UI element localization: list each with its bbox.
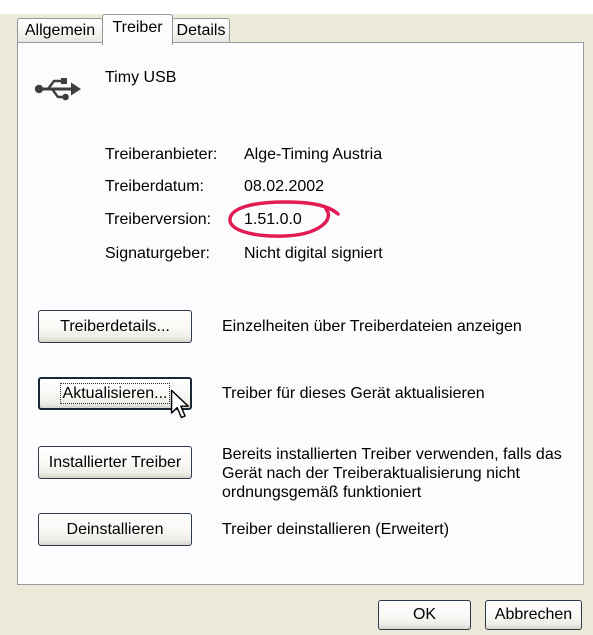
- provider-value: Alge-Timing Austria: [244, 146, 383, 163]
- uninstall-driver-description: Treiber deinstallieren (Erweitert): [222, 521, 450, 538]
- driver-details-button[interactable]: Treiberdetails...: [38, 310, 192, 343]
- signer-label: Signaturgeber:: [105, 245, 210, 262]
- tab-treiber[interactable]: Treiber: [102, 14, 173, 45]
- rollback-driver-button[interactable]: Installierter Treiber: [38, 446, 192, 479]
- update-driver-button-label: Aktualisieren...: [59, 383, 171, 404]
- version-label: Treiberversion:: [105, 211, 212, 228]
- update-driver-description: Treiber für dieses Gerät aktualisieren: [222, 385, 485, 402]
- usb-icon: [34, 78, 81, 101]
- signer-value: Nicht digital signiert: [244, 245, 383, 262]
- driver-tab-panel: Timy USB Treiberanbieter: Alge-Timing Au…: [17, 42, 584, 585]
- red-annotation-circle: [228, 200, 340, 238]
- tab-details[interactable]: Details: [172, 18, 230, 43]
- rollback-driver-description: Bereits installierten Treiber verwenden,…: [222, 446, 562, 501]
- update-driver-button[interactable]: Aktualisieren...: [38, 377, 192, 410]
- top-strip: [0, 0, 593, 14]
- ok-button[interactable]: OK: [378, 600, 471, 630]
- cancel-button[interactable]: Abbrechen: [485, 600, 582, 630]
- uninstall-driver-button[interactable]: Deinstallieren: [38, 513, 192, 546]
- driver-details-description: Einzelheiten über Treiberdateien anzeige…: [222, 318, 522, 335]
- tab-allgemein[interactable]: Allgemein: [17, 18, 103, 43]
- provider-label: Treiberanbieter:: [105, 146, 218, 163]
- date-label: Treiberdatum:: [105, 178, 204, 195]
- device-name: Timy USB: [105, 69, 177, 86]
- mouse-cursor-icon: [170, 389, 189, 419]
